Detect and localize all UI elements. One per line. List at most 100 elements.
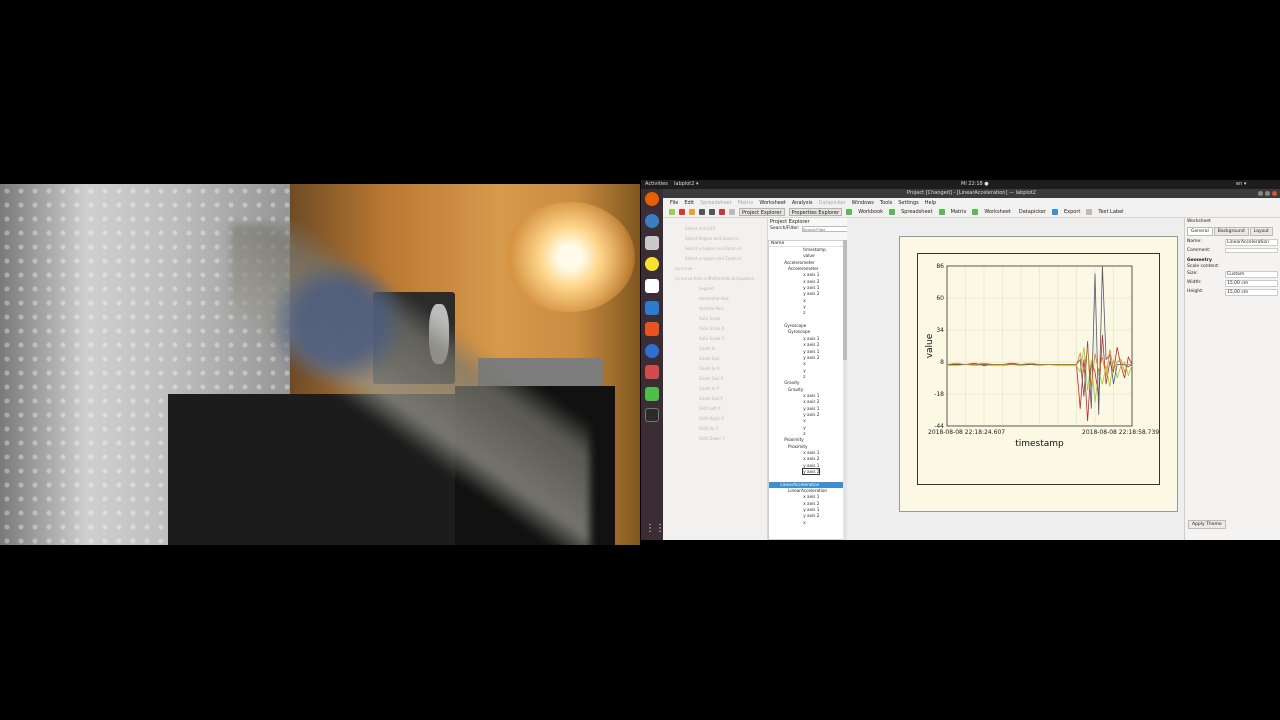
height-field[interactable]: 15,00 cm	[1225, 289, 1278, 296]
spreadsheet-icon	[889, 209, 896, 215]
new-matrix-button[interactable]: Matrix	[949, 208, 969, 216]
show-apps-icon[interactable]: ⋮⋮	[645, 523, 665, 537]
tree-item-label: Proximity	[788, 443, 808, 449]
tool-item[interactable]: Auto Scale X	[699, 326, 724, 331]
tool-item[interactable]: xy-curve from a Mathematical Equation	[675, 276, 754, 281]
files-icon[interactable]	[645, 236, 659, 250]
plot-area[interactable]: 86 60 34 8 -18 -44 2018-08-08 22:18:24.607 2018…	[917, 253, 1160, 485]
folder-icon[interactable]	[689, 209, 695, 215]
top-bar: Activities labplot2 ▾ Mi 22:18 ● en ▾	[641, 180, 1280, 189]
amazon-icon[interactable]	[645, 279, 659, 293]
labplot-icon[interactable]	[645, 365, 659, 379]
minimize-icon[interactable]	[1258, 191, 1263, 196]
thunderbird-icon[interactable]	[645, 214, 659, 228]
project-explorer-panel: Project Explorer Search/Filter: Name tim…	[767, 218, 852, 540]
redo-icon[interactable]	[729, 209, 735, 215]
search-filter-input[interactable]	[801, 226, 852, 232]
tool-item[interactable]: Horizontal Axis	[699, 296, 729, 301]
activities-button[interactable]: Activities	[645, 181, 668, 187]
camera-video-frame	[0, 184, 640, 545]
project-explorer-toggle[interactable]: Project Explorer	[739, 208, 785, 216]
tree-item-label: y	[803, 304, 806, 310]
geometry-heading: Geometry	[1187, 258, 1212, 263]
tool-item[interactable]: Select x-region and Zoom in	[685, 246, 742, 251]
messaging-icon[interactable]	[645, 387, 659, 401]
menu-edit[interactable]: Edit	[684, 200, 694, 206]
tab-general[interactable]: General	[1187, 227, 1213, 236]
worksheet-page[interactable]: 86 60 34 8 -18 -44 2018-08-08 22:18:24.607 2018…	[899, 236, 1178, 512]
new-workbook-button[interactable]: Workbook	[856, 208, 885, 216]
maximize-icon[interactable]	[1265, 191, 1270, 196]
tree-item-label: z	[803, 430, 806, 436]
name-field[interactable]: LinearAcceleration	[1225, 239, 1278, 246]
tool-item[interactable]: Zoom In Y	[699, 386, 719, 391]
keyboard-layout[interactable]: en ▾	[1236, 181, 1246, 187]
menu-windows[interactable]: Windows	[852, 200, 874, 206]
tool-item[interactable]: Shift Down Y	[699, 436, 724, 441]
size-select[interactable]: Custom	[1225, 271, 1278, 278]
apply-theme-button[interactable]: Apply Theme	[1188, 520, 1226, 529]
size-label: Size:	[1187, 271, 1198, 276]
writer-icon[interactable]	[645, 301, 659, 315]
save-icon[interactable]	[699, 209, 705, 215]
tool-item[interactable]: Legend	[699, 286, 714, 291]
menu-worksheet[interactable]: Worksheet	[759, 200, 786, 206]
clock[interactable]: Mi 22:18 ●	[961, 181, 989, 187]
help-icon[interactable]	[645, 344, 659, 358]
software-center-icon[interactable]	[645, 322, 659, 336]
app-menu[interactable]: labplot2 ▾	[674, 181, 699, 187]
comment-field[interactable]	[1225, 248, 1278, 253]
tree-item-label: Accelerometer	[784, 259, 815, 265]
tool-item[interactable]: Shift Left X	[699, 406, 721, 411]
tool-item[interactable]: Auto Scale	[699, 316, 720, 321]
new-datapicker-button[interactable]: Datapicker	[1017, 208, 1048, 216]
text-label-button[interactable]: Text Label	[1096, 208, 1125, 216]
tool-item[interactable]: Vertical Axis	[699, 306, 724, 311]
export-button[interactable]: Export	[1062, 208, 1082, 216]
tool-item[interactable]: Zoom Out X	[699, 376, 723, 381]
width-field[interactable]: 15,00 cm	[1225, 280, 1278, 287]
tool-item[interactable]: Shift Right X	[699, 416, 724, 421]
new-project-icon[interactable]	[669, 209, 675, 215]
line-chart[interactable]: 8660348-18-442018-08-08 22:18:24.607 2018…	[918, 254, 1161, 486]
tool-item[interactable]: Select and Edit	[685, 226, 715, 231]
tree-item-label: y	[803, 424, 806, 430]
tool-item[interactable]: Shift Up Y	[699, 426, 719, 431]
tree-item-label: z	[803, 373, 806, 379]
new-spreadsheet-button[interactable]: Spreadsheet	[899, 208, 935, 216]
terminal-icon[interactable]	[645, 408, 659, 422]
tool-item[interactable]: Zoom Out	[699, 356, 719, 361]
open-icon[interactable]	[679, 209, 685, 215]
tree-item[interactable]: x	[769, 520, 843, 526]
pointer-icon[interactable]	[1086, 209, 1093, 215]
menu-matrix[interactable]: Matrix	[738, 200, 754, 206]
tool-item[interactable]: Zoom In	[699, 346, 716, 351]
tool-item[interactable]: Zoom In X	[699, 366, 720, 371]
tree-item-label: y	[803, 367, 806, 373]
tool-item[interactable]: Zoom Out Y	[699, 396, 723, 401]
rhythmbox-icon[interactable]	[645, 257, 659, 271]
tree-item-label: x axis 2	[803, 278, 820, 284]
worksheet-canvas: 86 60 34 8 -18 -44 2018-08-08 22:18:24.607 2018…	[847, 218, 1184, 540]
menu-file[interactable]: File	[670, 200, 678, 206]
close-icon[interactable]	[1272, 191, 1277, 196]
new-worksheet-button[interactable]: Worksheet	[982, 208, 1013, 216]
menu-help[interactable]: Help	[925, 200, 936, 206]
tree-item-label: x axis 1	[803, 272, 820, 278]
menu-settings[interactable]: Settings	[898, 200, 919, 206]
menu-spreadsheet[interactable]: Spreadsheet	[700, 200, 732, 206]
tool-item[interactable]: xy-curve	[675, 266, 692, 271]
menu-analysis[interactable]: Analysis	[792, 200, 813, 206]
print-icon[interactable]	[709, 209, 715, 215]
firefox-icon[interactable]	[645, 192, 659, 206]
tool-item[interactable]: Auto Scale Y	[699, 336, 724, 341]
tool-item[interactable]: Select y-region and Zoom in	[685, 256, 742, 261]
tree-item-label: x axis 2	[803, 342, 820, 348]
tab-background[interactable]: Background	[1213, 227, 1249, 236]
menu-tools[interactable]: Tools	[880, 200, 892, 206]
menu-datapicker[interactable]: Datapicker	[818, 200, 845, 206]
tool-item[interactable]: Select Region and Zoom in	[685, 236, 739, 241]
undo-icon[interactable]	[719, 209, 725, 215]
tab-layout[interactable]: Layout	[1249, 227, 1273, 236]
properties-explorer-toggle[interactable]: Properties Explorer	[788, 208, 843, 216]
